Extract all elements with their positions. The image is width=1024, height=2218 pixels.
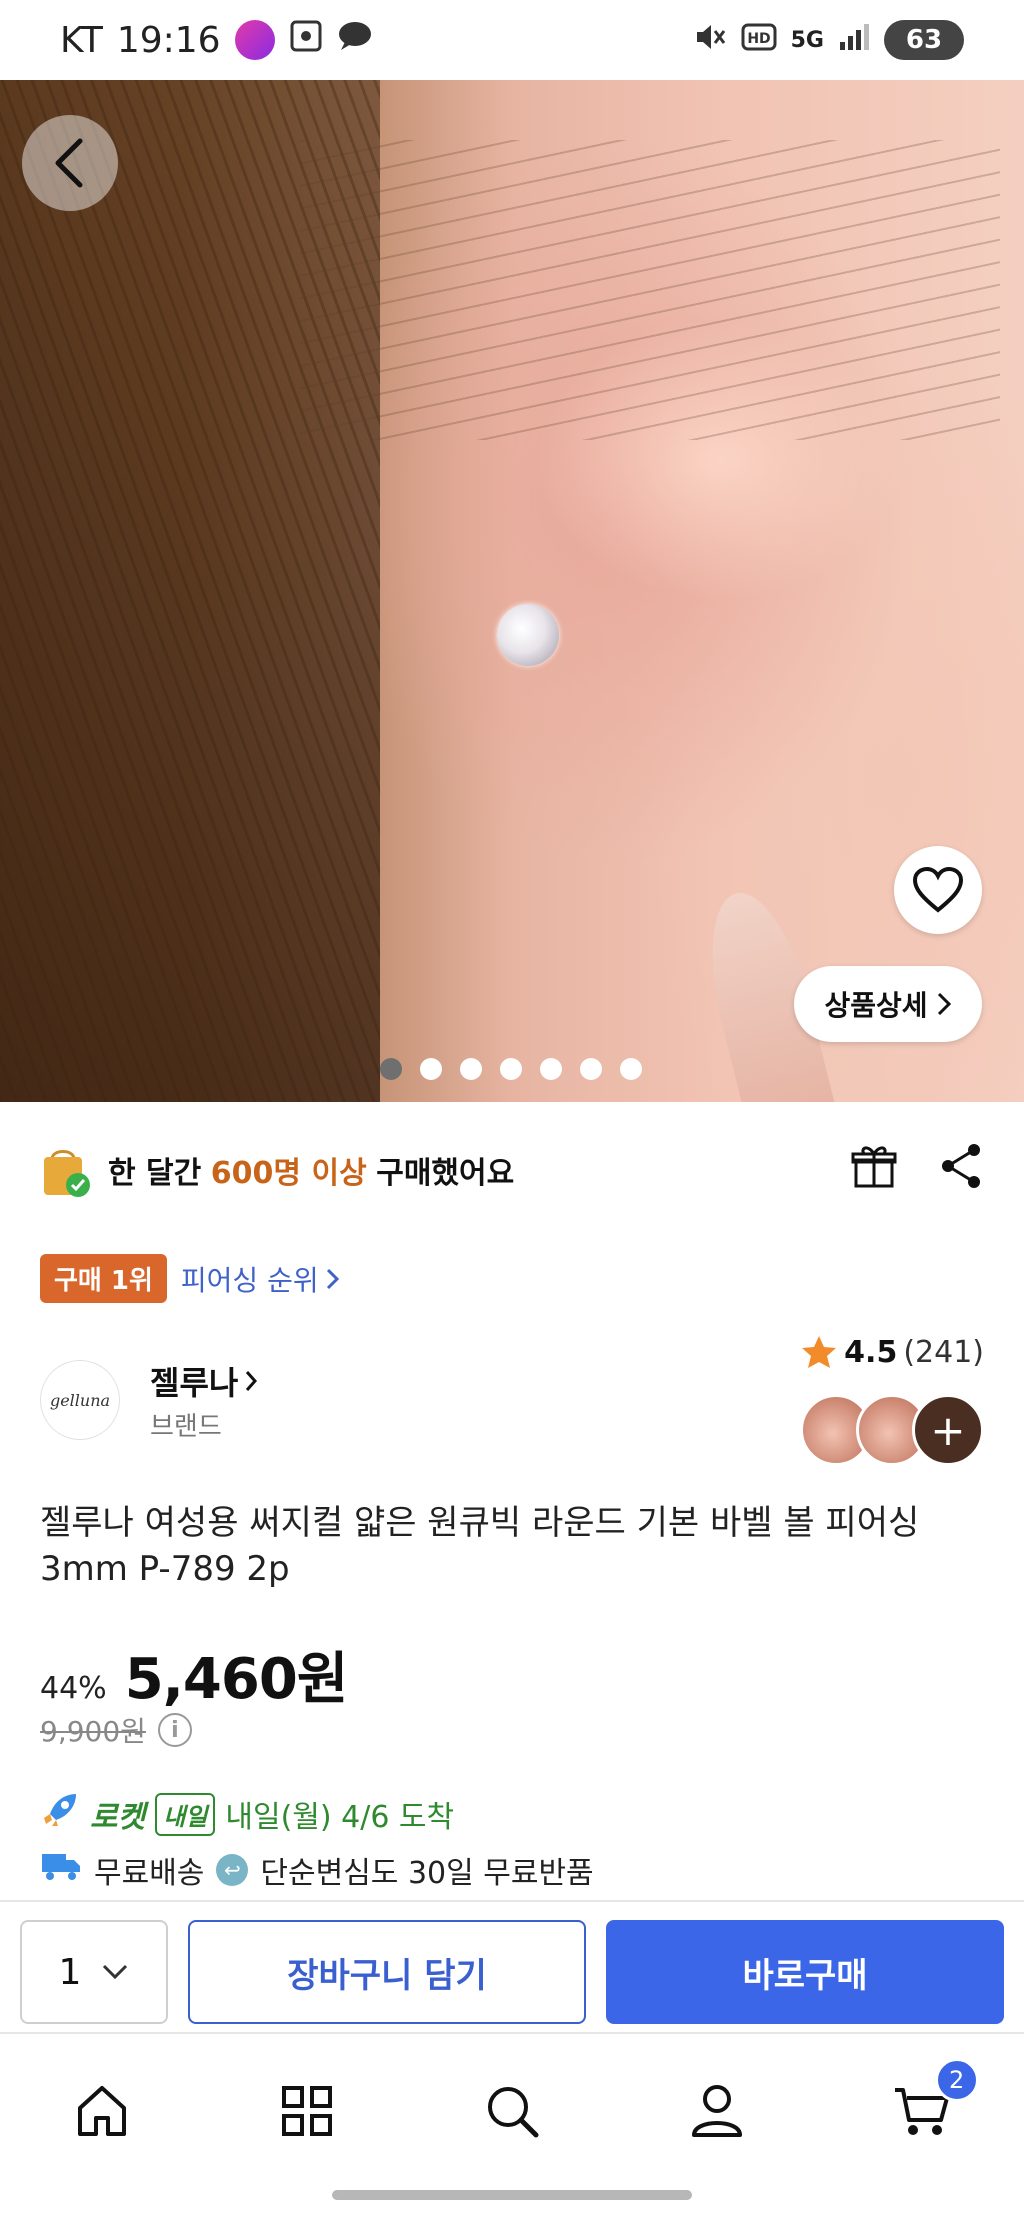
rating-score: 4.5	[844, 1334, 898, 1370]
rank-link-label: 피어싱 순위	[180, 1263, 319, 1297]
mute-icon	[693, 22, 727, 58]
carousel-indicator	[380, 1058, 642, 1080]
brand-name: 젤루나	[150, 1364, 239, 1402]
rating[interactable]: 4.5 (241)	[800, 1334, 984, 1370]
grid-icon	[282, 2086, 333, 2136]
nav-categories[interactable]	[262, 2066, 352, 2156]
discount-rate: 44%	[40, 1671, 107, 1706]
sale-price: 5,460원	[124, 1647, 349, 1712]
brand-section: gelluna 젤루나 브랜드 4.5 (241) +	[40, 1335, 984, 1466]
delivery-info: 로켓 내일 내일(월) 4/6 도착	[40, 1790, 454, 1838]
gift-icon[interactable]	[850, 1142, 898, 1198]
price-row: 44% 5,460원	[40, 1634, 349, 1715]
purchase-count-text: 한 달간 600명 이상 구매했어요	[108, 1156, 515, 1191]
gesture-bar[interactable]	[332, 2190, 692, 2200]
time-text: 19:16	[116, 19, 221, 61]
app-notification-icon	[234, 20, 275, 60]
review-thumbnails[interactable]: +	[800, 1394, 984, 1466]
status-bar: KT 19:16 HD 5G 63	[0, 0, 1024, 80]
quantity-selector[interactable]: 1	[20, 1920, 168, 2024]
arrival-date: 내일(월) 4/6 도착	[225, 1800, 455, 1835]
original-price-row: 9,900원 i	[40, 1710, 192, 1750]
rocket-label: 로켓	[90, 1800, 146, 1835]
more-reviews-icon[interactable]: +	[912, 1394, 984, 1466]
rank-row: 구매 1위 피어싱 순위	[40, 1254, 341, 1303]
return-icon: ↩	[216, 1854, 249, 1886]
svg-text:HD: HD	[747, 31, 770, 47]
truck-icon	[40, 1850, 82, 1890]
nav-cart[interactable]: 2	[877, 2058, 979, 2156]
carousel-dot[interactable]	[500, 1058, 522, 1080]
free-shipping: 무료배송	[94, 1856, 205, 1891]
shopping-bag-icon	[40, 1143, 92, 1197]
product-detail-label: 상품상세	[824, 989, 928, 1022]
bottom-nav: 2	[0, 2036, 1024, 2186]
signal-icon	[838, 22, 870, 58]
nav-search[interactable]	[467, 2066, 557, 2156]
nav-my-page[interactable]	[672, 2066, 762, 2156]
product-image[interactable]	[0, 80, 1024, 1102]
original-price: 9,900원	[40, 1715, 146, 1748]
carousel-dot[interactable]	[540, 1058, 562, 1080]
share-icon[interactable]	[938, 1142, 984, 1198]
rating-count: (241)	[903, 1334, 984, 1370]
earring-stud	[497, 604, 559, 666]
chat-icon	[337, 20, 373, 61]
home-icon	[78, 2086, 127, 2136]
brand-link[interactable]: 젤루나	[150, 1358, 258, 1404]
chevron-right-icon	[937, 992, 951, 1016]
shipping-info: 무료배송 ↩ 단순변심도 30일 무료반품	[40, 1848, 594, 1892]
carousel-dot[interactable]	[380, 1058, 402, 1080]
rank-link[interactable]: 피어싱 순위	[181, 1259, 341, 1299]
buy-now-button[interactable]: 바로구매	[606, 1920, 1004, 2024]
tomorrow-badge: 내일	[155, 1792, 216, 1836]
purchase-count-banner: 한 달간 600명 이상 구매했어요	[40, 1140, 984, 1200]
network-icon: 5G	[790, 27, 824, 53]
product-title: 젤루나 여성용 써지컬 얇은 원큐빅 라운드 기본 바벨 볼 피어싱 3mm P…	[40, 1503, 920, 1589]
carrier-text: KT	[60, 19, 103, 61]
search-icon	[487, 2087, 539, 2138]
rank-badge: 구매 1위	[40, 1254, 167, 1303]
carousel-dot[interactable]	[620, 1058, 642, 1080]
back-button[interactable]	[22, 115, 118, 211]
cart-count-badge: 2	[934, 2058, 979, 2102]
chevron-right-icon	[246, 1371, 258, 1391]
info-icon[interactable]: i	[157, 1713, 192, 1747]
carousel-dot[interactable]	[460, 1058, 482, 1080]
free-return: 단순변심도 30일 무료반품	[260, 1856, 594, 1891]
battery-indicator: 63	[884, 20, 964, 60]
brand-logo[interactable]: gelluna	[40, 1360, 120, 1440]
purchase-bar: 1 장바구니 담기 바로구매	[0, 1904, 1024, 2034]
user-icon	[691, 2085, 742, 2137]
divider	[0, 1900, 1024, 1902]
brand-type: 브랜드	[150, 1412, 222, 1442]
carousel-dot[interactable]	[580, 1058, 602, 1080]
heart-icon	[912, 867, 964, 913]
chevron-left-icon	[55, 138, 83, 188]
star-icon	[802, 1336, 837, 1368]
carousel-dot[interactable]	[420, 1058, 442, 1080]
wishlist-button[interactable]	[894, 846, 982, 934]
hd-icon: HD	[741, 23, 777, 57]
add-to-cart-button[interactable]: 장바구니 담기	[188, 1920, 586, 2024]
product-detail-button[interactable]: 상품상세	[794, 966, 982, 1042]
nav-home[interactable]	[57, 2066, 147, 2156]
screenshot-icon	[289, 19, 323, 62]
chevron-right-icon	[326, 1268, 339, 1289]
quantity-value: 1	[58, 1951, 82, 1993]
rocket-icon	[40, 1790, 80, 1838]
chevron-down-icon	[103, 1964, 128, 1980]
hair-strands	[300, 140, 1000, 440]
